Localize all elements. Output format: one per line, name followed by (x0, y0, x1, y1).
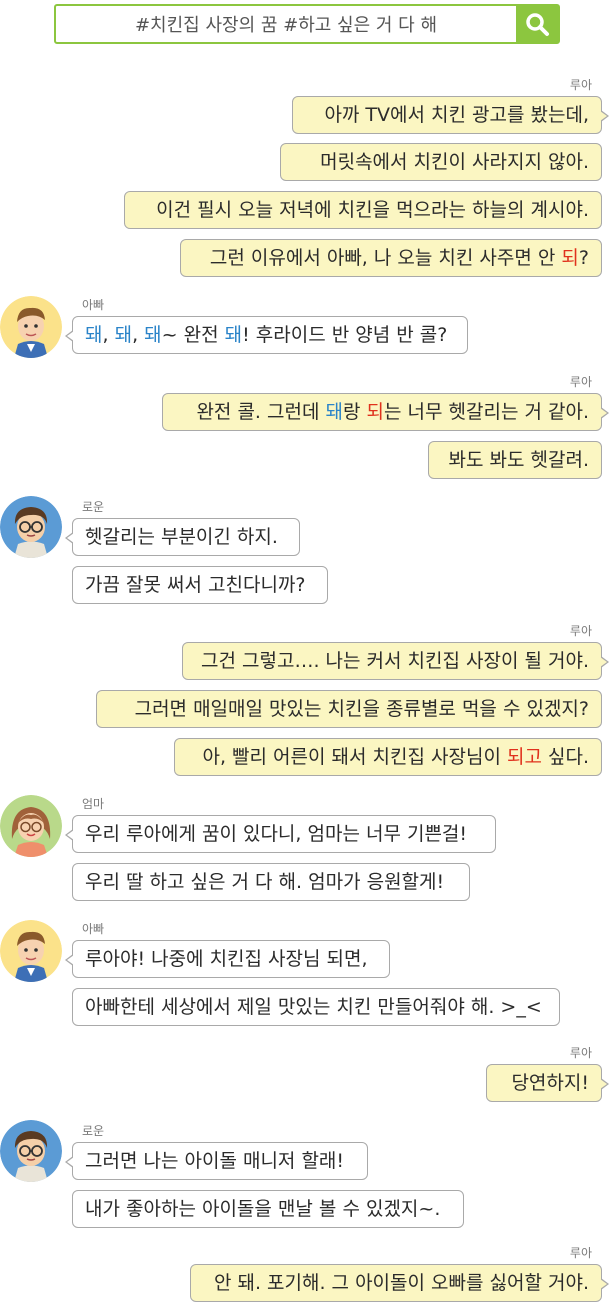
message-text: 안 돼. 포기해. 그 아이돌이 오빠를 싫어할 거야. (213, 1272, 589, 1294)
search-icon (526, 13, 549, 36)
message-text: 우리 루아에게 꿈이 있다니, 엄마는 너무 기쁜걸! (85, 823, 468, 845)
text-segment: 싶다. (541, 746, 589, 768)
message-bubble: 그러면 나는 아이돌 매니저 할래! (65, 1142, 368, 1180)
highlight-blue: 돼 (325, 401, 343, 423)
message-bubble: 그러면 매일매일 맛있는 치킨을 종류별로 먹을 수 있겠지? (96, 690, 602, 728)
highlight-red: 되고 (506, 746, 542, 768)
sender-name-rowoon: 로운 (82, 1124, 105, 1138)
message-text: 봐도 봐도 헷갈려. (448, 449, 589, 471)
highlight-blue: 돼 (85, 324, 103, 346)
avatar-dad (0, 920, 62, 982)
highlight-red: 되 (366, 401, 384, 423)
avatar-mom (0, 795, 62, 857)
message-bubble: 우리 딸 하고 싶은 거 다 해. 엄마가 응원할게! (72, 863, 470, 901)
highlight-blue: 돼 (144, 324, 162, 346)
text-segment: 랑 (342, 401, 367, 423)
avatar-rowoon (0, 1120, 62, 1182)
message-text: 그러면 매일매일 맛있는 치킨을 종류별로 먹을 수 있겠지? (134, 698, 589, 720)
text-segment: ! 후라이드 반 양념 반 콜? (242, 324, 448, 346)
message-bubble: 이건 필시 오늘 저녁에 치킨을 먹으라는 하늘의 계시야. (124, 191, 602, 229)
text-segment: , (132, 324, 145, 346)
message-text: 헷갈리는 부분이긴 하지. (85, 526, 278, 548)
message-bubble: 당연하지! (486, 1064, 609, 1102)
message-bubble: 돼, 돼, 돼~ 완전 돼! 후라이드 반 양념 반 콜? (65, 316, 468, 354)
message-bubble: 그건 그렇고…. 나는 커서 치킨집 사장이 될 거야. (182, 642, 609, 680)
message-bubble: 가끔 잘못 써서 고친다니까? (72, 566, 328, 604)
text-segment: ~ 완전 (161, 324, 225, 346)
message-text: 아까 TV에서 치킨 광고를 봤는데, (324, 104, 589, 126)
avatar-dad (0, 296, 62, 358)
message-text: 완전 콜. 그런데 돼랑 되는 너무 헷갈리는 거 같아. (196, 393, 589, 431)
message-bubble: 헷갈리는 부분이긴 하지. (65, 518, 300, 556)
text-segment: 는 너무 헷갈리는 거 같아. (384, 401, 589, 423)
highlight-blue: 돼 (114, 324, 133, 346)
message-text: 루아야! 나중에 치킨집 사장님 되면, (85, 948, 368, 970)
text-segment: ? (578, 247, 589, 269)
message-text: 당연하지! (511, 1072, 589, 1094)
hashtag-search-bar[interactable]: #치킨집 사장의 꿈 #하고 싶은 거 다 해 (54, 4, 560, 44)
message-text: 아, 빨리 어른이 돼서 치킨집 사장님이 되고 싶다. (203, 738, 590, 776)
message-text: 우리 딸 하고 싶은 거 다 해. 엄마가 응원할게! (85, 871, 445, 893)
text-segment: 그런 이유에서 아빠, 나 오늘 치킨 사주면 안 (209, 247, 562, 269)
text-segment: 완전 콜. 그런데 (196, 401, 326, 423)
message-bubble: 안 돼. 포기해. 그 아이돌이 오빠를 싫어할 거야. (190, 1264, 609, 1302)
message-bubble: 머릿속에서 치킨이 사라지지 않아. (280, 143, 602, 181)
message-bubble: 내가 좋아하는 아이돌을 맨날 볼 수 있겠지~. (72, 1190, 464, 1228)
message-text: 그러면 나는 아이돌 매니저 할래! (85, 1150, 345, 1172)
message-bubble: 아, 빨리 어른이 돼서 치킨집 사장님이 되고 싶다. (174, 738, 602, 776)
sender-name-rua: 루아 (569, 1246, 592, 1260)
sender-name-rua: 루아 (569, 1046, 592, 1060)
message-text: 머릿속에서 치킨이 사라지지 않아. (320, 151, 589, 173)
message-text: 가끔 잘못 써서 고친다니까? (85, 574, 306, 596)
message-text: 그런 이유에서 아빠, 나 오늘 치킨 사주면 안 되? (210, 239, 589, 277)
message-bubble: 그런 이유에서 아빠, 나 오늘 치킨 사주면 안 되? (180, 239, 602, 277)
message-bubble: 루아야! 나중에 치킨집 사장님 되면, (65, 940, 390, 978)
message-text: 내가 좋아하는 아이돌을 맨날 볼 수 있겠지~. (85, 1198, 441, 1220)
text-segment: , (102, 324, 115, 346)
text-segment: 아, 빨리 어른이 돼서 치킨집 사장님이 (202, 746, 507, 768)
message-bubble: 아빠한테 세상에서 제일 맛있는 치킨 만들어줘야 해. >_< (72, 988, 560, 1026)
message-bubble: 완전 콜. 그런데 돼랑 되는 너무 헷갈리는 거 같아. (162, 393, 609, 431)
highlight-blue: 돼 (224, 324, 243, 346)
search-query[interactable]: #치킨집 사장의 꿈 #하고 싶은 거 다 해 (56, 6, 516, 42)
message-bubble: 우리 루아에게 꿈이 있다니, 엄마는 너무 기쁜걸! (65, 815, 496, 853)
sender-name-dad: 아빠 (82, 922, 105, 936)
sender-name-dad: 아빠 (82, 298, 105, 312)
sender-name-mom: 엄마 (82, 797, 105, 811)
message-text: 이건 필시 오늘 저녁에 치킨을 먹으라는 하늘의 계시야. (156, 199, 589, 221)
message-bubble: 아까 TV에서 치킨 광고를 봤는데, (292, 96, 609, 134)
sender-name-rua: 루아 (569, 375, 592, 389)
message-bubble: 봐도 봐도 헷갈려. (428, 441, 602, 479)
avatar-rowoon (0, 496, 62, 558)
search-button[interactable] (516, 6, 558, 42)
sender-name-rowoon: 로운 (82, 500, 105, 514)
sender-name-rua: 루아 (569, 78, 592, 92)
message-text: 돼, 돼, 돼~ 완전 돼! 후라이드 반 양념 반 콜? (85, 316, 447, 354)
highlight-red: 되 (561, 247, 579, 269)
message-text: 아빠한테 세상에서 제일 맛있는 치킨 만들어줘야 해. >_< (85, 996, 542, 1018)
message-text: 그건 그렇고…. 나는 커서 치킨집 사장이 될 거야. (201, 650, 589, 672)
sender-name-rua: 루아 (569, 624, 592, 638)
